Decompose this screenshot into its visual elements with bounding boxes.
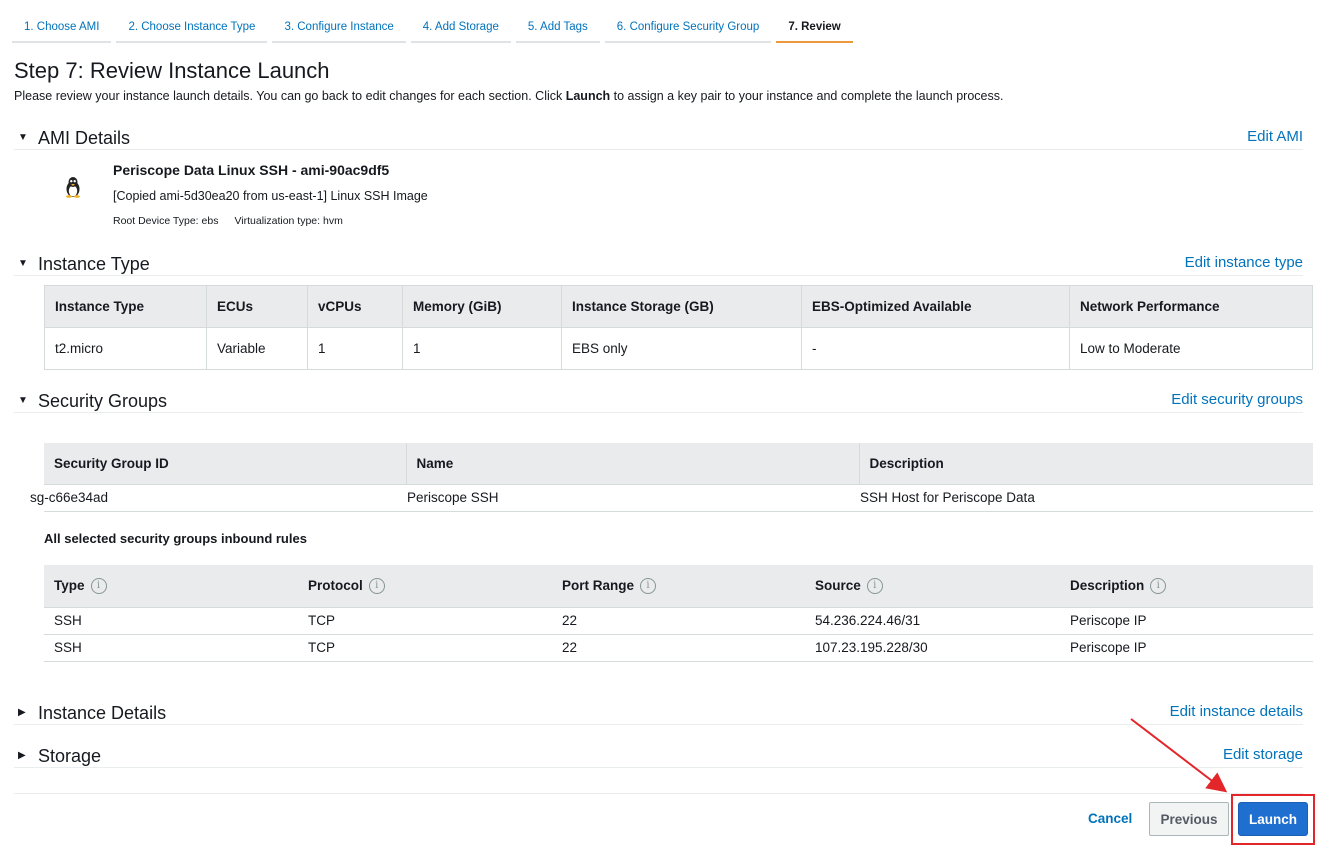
table-row: t2.micro Variable 1 1 EBS only - Low to … bbox=[44, 327, 1313, 370]
table-cell: EBS only bbox=[561, 327, 802, 370]
edit-storage-link[interactable]: Edit storage bbox=[1223, 746, 1303, 763]
table-cell: Periscope IP bbox=[1060, 607, 1313, 635]
table-row: SSH TCP 22 54.236.224.46/31 Periscope IP bbox=[44, 607, 1313, 635]
info-icon[interactable]: i bbox=[90, 577, 107, 594]
inbound-rules-label: All selected security groups inbound rul… bbox=[44, 531, 307, 546]
ami-description: [Copied ami-5d30ea20 from us-east-1] Lin… bbox=[113, 189, 428, 203]
table-cell: sg-c66e34ad bbox=[30, 484, 392, 512]
table-cell: SSH Host for Periscope Data bbox=[859, 484, 1313, 512]
column-header: Port Range i bbox=[552, 565, 805, 608]
column-header: Security Group ID bbox=[44, 443, 406, 485]
page-description-bold: Launch bbox=[565, 89, 611, 103]
cancel-button[interactable]: Cancel bbox=[1082, 807, 1138, 830]
ami-name: Periscope Data Linux SSH - ami-90ac9df5 bbox=[113, 162, 390, 178]
step-choose-instance-type[interactable]: 2. Choose Instance Type bbox=[116, 16, 268, 43]
table-cell: t2.micro bbox=[44, 327, 207, 370]
table-cell: SSH bbox=[44, 634, 298, 662]
column-header: ECUs bbox=[206, 285, 308, 328]
info-icon[interactable]: i bbox=[368, 577, 385, 594]
table-header-row: Security Group ID Name Description bbox=[44, 443, 1313, 485]
column-header-label: Description bbox=[1070, 577, 1145, 593]
column-header-label: Protocol bbox=[308, 577, 363, 593]
table-cell: 22 bbox=[552, 607, 805, 635]
table-cell: Variable bbox=[206, 327, 308, 370]
info-icon[interactable]: i bbox=[1150, 577, 1167, 594]
table-header-row: Type i Protocol i Port Range i Source i Desc… bbox=[44, 565, 1313, 608]
table-cell: Low to Moderate bbox=[1069, 327, 1313, 370]
section-title: Storage bbox=[38, 746, 102, 766]
step-review: 7. Review bbox=[776, 16, 853, 43]
column-header: Protocol i bbox=[298, 565, 552, 608]
section-instance-details[interactable]: ▶ Instance Details Edit instance details bbox=[14, 703, 1303, 725]
column-header-label: Type bbox=[54, 577, 85, 593]
edit-instance-details-link[interactable]: Edit instance details bbox=[1170, 703, 1303, 720]
annotation-highlight-box bbox=[1231, 794, 1315, 845]
column-header: Description i bbox=[1060, 565, 1313, 608]
table-cell: 1 bbox=[402, 327, 562, 370]
column-header: Instance Storage (GB) bbox=[561, 285, 802, 328]
column-header-label: Source bbox=[815, 577, 861, 593]
ami-meta: Root Device Type: ebs Virtualization type… bbox=[113, 215, 359, 227]
column-header: vCPUs bbox=[307, 285, 403, 328]
virtualization-type: Virtualization type: hvm bbox=[234, 215, 343, 227]
info-icon[interactable]: i bbox=[640, 577, 657, 594]
wizard-steps: 1. Choose AMI 2. Choose Instance Type 3.… bbox=[12, 16, 858, 46]
section-title: Instance Details bbox=[38, 703, 167, 723]
section-storage[interactable]: ▶ Storage Edit storage bbox=[14, 746, 1303, 768]
instance-type-table: Instance Type ECUs vCPUs Memory (GiB) In… bbox=[44, 285, 1313, 370]
previous-button[interactable]: Previous bbox=[1149, 802, 1229, 836]
section-title: Security Groups bbox=[38, 391, 168, 411]
page-title: Step 7: Review Instance Launch bbox=[14, 58, 330, 83]
table-header-row: Instance Type ECUs vCPUs Memory (GiB) In… bbox=[44, 285, 1313, 328]
footer-divider bbox=[14, 793, 1303, 794]
column-header-label: Port Range bbox=[562, 577, 635, 593]
caret-down-icon[interactable]: ▼ bbox=[18, 259, 28, 269]
info-icon[interactable]: i bbox=[866, 577, 883, 594]
section-title: AMI Details bbox=[38, 128, 131, 148]
table-cell: Periscope IP bbox=[1060, 634, 1313, 662]
edit-security-groups-link[interactable]: Edit security groups bbox=[1171, 391, 1303, 408]
caret-down-icon[interactable]: ▼ bbox=[18, 133, 28, 143]
security-groups-table: Security Group ID Name Description sg-c6… bbox=[30, 443, 1313, 512]
column-header: Type i bbox=[44, 565, 298, 608]
table-cell: 1 bbox=[307, 327, 403, 370]
table-cell: SSH bbox=[44, 607, 298, 635]
column-header: Description bbox=[858, 443, 1313, 485]
column-header: EBS-Optimized Available bbox=[801, 285, 1070, 328]
section-security-groups[interactable]: ▼ Security Groups Edit security groups bbox=[14, 391, 1303, 413]
page-description-text: Please review your instance launch detai… bbox=[14, 89, 566, 103]
column-header: Name bbox=[405, 443, 859, 485]
inbound-rules-table: Type i Protocol i Port Range i Source i Desc… bbox=[44, 565, 1313, 662]
step-choose-ami[interactable]: 1. Choose AMI bbox=[12, 16, 112, 43]
table-cell: 107.23.195.228/30 bbox=[805, 634, 1060, 662]
step-configure-security-group[interactable]: 6. Configure Security Group bbox=[604, 16, 772, 43]
table-cell: 22 bbox=[552, 634, 805, 662]
table-cell: TCP bbox=[298, 607, 552, 635]
step-configure-instance[interactable]: 3. Configure Instance bbox=[272, 16, 406, 43]
caret-right-icon[interactable]: ▶ bbox=[18, 751, 26, 761]
column-header: Source i bbox=[805, 565, 1060, 608]
edit-instance-type-link[interactable]: Edit instance type bbox=[1185, 254, 1303, 271]
table-row: SSH TCP 22 107.23.195.228/30 Periscope I… bbox=[44, 634, 1313, 662]
caret-right-icon[interactable]: ▶ bbox=[18, 708, 26, 718]
section-ami-details[interactable]: ▼ AMI Details Edit AMI bbox=[14, 128, 1303, 150]
column-header: Instance Type bbox=[44, 285, 207, 328]
table-cell: - bbox=[801, 327, 1070, 370]
section-title: Instance Type bbox=[38, 254, 150, 274]
table-cell: Periscope SSH bbox=[406, 484, 859, 512]
page-description: Please review your instance launch detai… bbox=[14, 89, 1003, 103]
edit-ami-link[interactable]: Edit AMI bbox=[1247, 128, 1303, 145]
root-device-type: Root Device Type: ebs bbox=[113, 215, 219, 227]
column-header: Network Performance bbox=[1069, 285, 1313, 328]
table-row: sg-c66e34ad Periscope SSH SSH Host for P… bbox=[30, 484, 1313, 512]
caret-down-icon[interactable]: ▼ bbox=[18, 396, 28, 406]
table-cell: TCP bbox=[298, 634, 552, 662]
step-add-tags[interactable]: 5. Add Tags bbox=[515, 16, 600, 43]
column-header: Memory (GiB) bbox=[402, 285, 562, 328]
section-instance-type[interactable]: ▼ Instance Type Edit instance type bbox=[14, 254, 1303, 276]
page-description-text-end: to assign a key pair to your instance an… bbox=[610, 89, 1004, 103]
step-add-storage[interactable]: 4. Add Storage bbox=[410, 16, 511, 43]
table-cell: 54.236.224.46/31 bbox=[805, 607, 1060, 635]
linux-penguin-icon bbox=[66, 177, 80, 198]
